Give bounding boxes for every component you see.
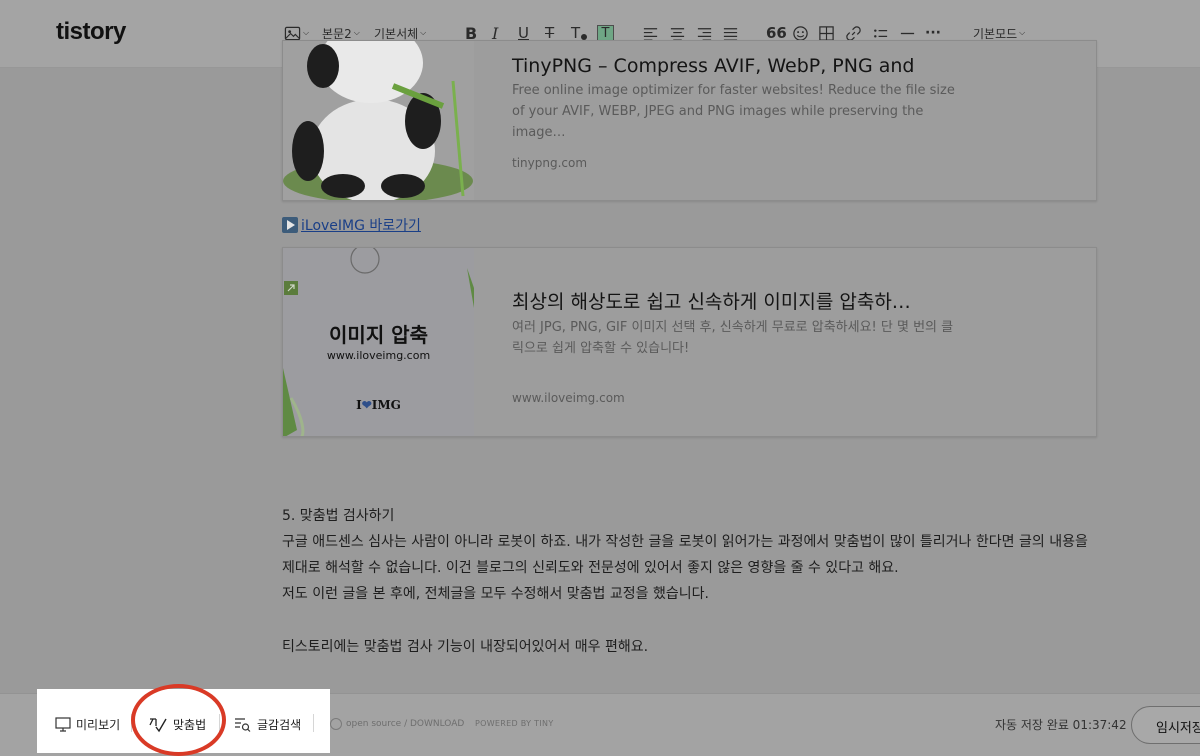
autosave-status: 자동 저장 완료 01:37:42 — [995, 718, 1127, 732]
image-icon — [284, 26, 301, 40]
link-preview-card-iloveimg[interactable]: 이미지 압축 www.iloveimg.com I❤IMG 최상의 해상도로 쉽… — [282, 247, 1097, 437]
chevron-down-icon: ⌵ — [353, 28, 360, 37]
iloveimg-link[interactable]: iLoveIMG 바로가기 — [301, 215, 421, 235]
thumb-url: www.iloveimg.com — [326, 349, 431, 362]
card-title: 최상의 해상도로 쉽고 신속하게 이미지를 압축하… — [512, 291, 911, 313]
body-paragraph: 티스토리에는 맞춤법 검사 기능이 내장되어있어서 매우 편해요. — [282, 639, 649, 655]
search-list-icon — [235, 718, 251, 732]
material-search-button[interactable]: 글감검색 — [234, 716, 301, 733]
powered-by-tiny: POWERED BY TINY — [475, 719, 554, 728]
body-paragraph: 제대로 해석할 수 없습니다. 이건 블로그의 신뢰도와 전문성에 있어서 좋지… — [282, 560, 899, 576]
section-heading: 5. 맞춤법 검사하기 — [282, 508, 395, 524]
card-domain: www.iloveimg.com — [512, 391, 625, 405]
iloveimg-thumbnail: 이미지 압축 www.iloveimg.com I❤IMG — [283, 248, 474, 436]
iloveimg-link-row: iLoveIMG 바로가기 — [282, 215, 421, 235]
panda-thumbnail — [283, 41, 474, 200]
divider — [313, 714, 314, 732]
open-source-icon — [330, 718, 342, 730]
thumb-heading: 이미지 압축 — [329, 323, 428, 347]
chevron-down-icon: ⌵ — [303, 28, 310, 37]
align-center-icon — [670, 27, 685, 41]
chevron-down-icon: ⌵ — [1019, 28, 1026, 37]
preview-button[interactable]: 미리보기 — [55, 716, 120, 733]
card-description: 여러 JPG, PNG, GIF 이미지 선택 후, 신속하게 무료로 압축하세… — [512, 320, 954, 356]
card-domain: tinypng.com — [512, 156, 588, 170]
card-description: Free online image optimizer for faster w… — [512, 83, 955, 140]
panda-image-icon — [283, 41, 474, 200]
align-justify-icon — [723, 27, 738, 41]
card-title: TinyPNG – Compress AVIF, WebP, PNG and — [512, 55, 915, 77]
monitor-icon — [55, 717, 71, 732]
temp-save-button[interactable]: 임시저장 — [1131, 706, 1200, 744]
open-source-link[interactable]: open source / DOWNLOAD — [330, 718, 464, 730]
body-paragraph: 구글 애드센스 심사는 사람이 아니라 로봇이 하죠. 내가 작성한 글을 로봇… — [282, 534, 1088, 550]
align-left-icon — [643, 27, 658, 41]
bullet-list-icon — [874, 28, 888, 38]
align-right-icon — [697, 27, 712, 41]
horizontal-line-icon — [900, 32, 915, 34]
body-paragraph: 저도 이런 글을 본 후에, 전체글을 모두 수정해서 맞춤법 교정을 했습니다… — [282, 586, 709, 602]
table-icon — [819, 25, 834, 41]
tistory-logo[interactable]: tistory — [56, 18, 126, 46]
highlight-circle-annotation — [131, 684, 226, 756]
chevron-down-icon: ⌵ — [420, 28, 427, 37]
link-preview-card-tinypng[interactable]: TinyPNG – Compress AVIF, WebP, PNG and F… — [282, 40, 1097, 201]
heart-icon: ❤ — [361, 398, 372, 412]
iloveimg-logo: I❤IMG — [356, 398, 401, 412]
smiley-icon — [793, 25, 808, 41]
play-icon — [282, 217, 298, 233]
link-icon — [846, 25, 861, 41]
